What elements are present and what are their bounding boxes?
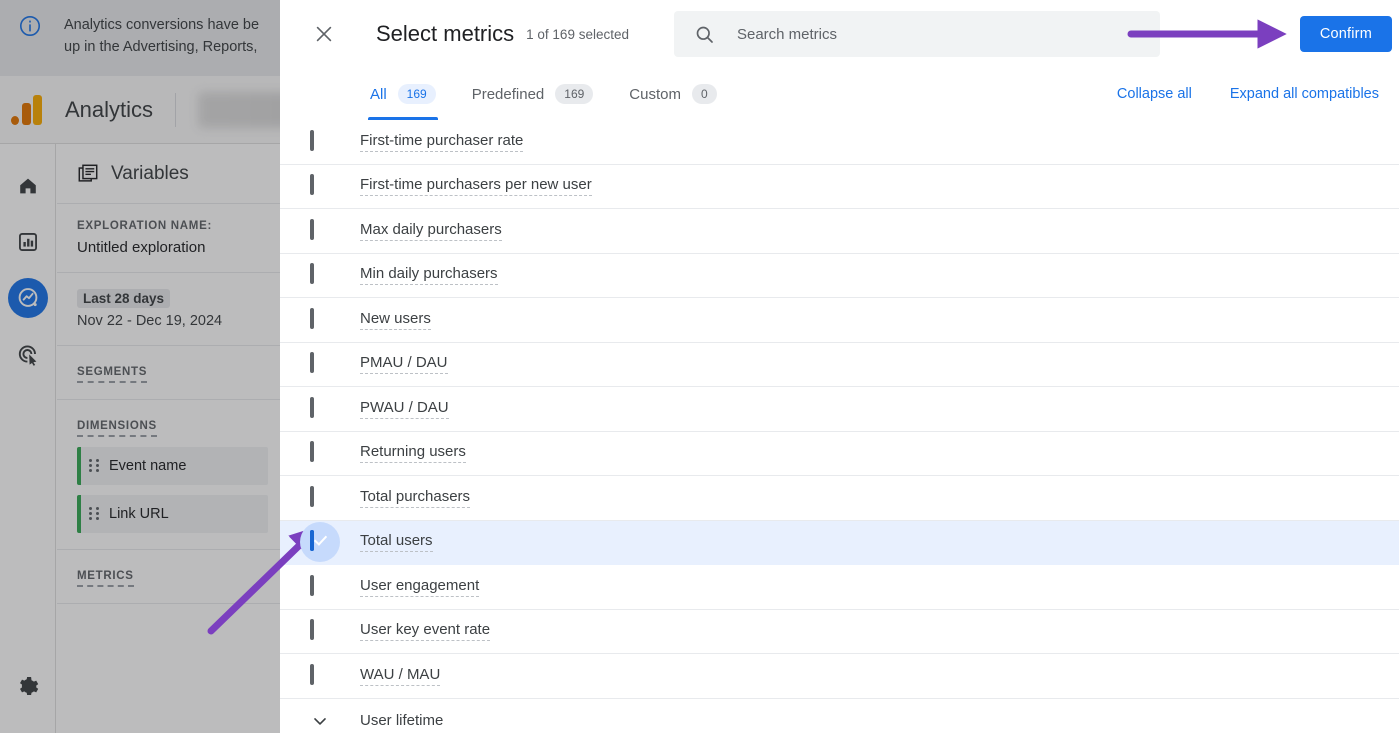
metric-label: User key event rate — [360, 621, 491, 642]
checkbox-unchecked-icon — [310, 129, 314, 151]
metric-row[interactable]: First-time purchasers per new user — [280, 165, 1399, 209]
checkbox-unchecked-icon — [310, 619, 314, 641]
metric-row[interactable]: WAU / MAU — [280, 654, 1399, 699]
metric-row[interactable]: User key event rate — [280, 610, 1399, 654]
metric-checkbox[interactable] — [310, 619, 330, 641]
checkbox-unchecked-icon — [310, 174, 314, 196]
metric-row[interactable]: PMAU / DAU — [280, 343, 1399, 387]
metric-row[interactable]: New users — [280, 298, 1399, 343]
confirm-button[interactable]: Confirm — [1299, 16, 1392, 52]
checkbox-unchecked-icon — [310, 574, 314, 596]
tab-predefined[interactable]: Predefined 169 — [472, 68, 594, 120]
checkbox-unchecked-icon — [310, 441, 314, 463]
search-metrics-box[interactable] — [673, 11, 1160, 57]
checkbox-unchecked-icon — [310, 485, 314, 507]
metric-label: Returning users — [360, 443, 466, 464]
metric-row[interactable]: Total purchasers — [280, 476, 1399, 521]
metric-checkbox[interactable] — [310, 485, 330, 508]
metric-checkbox[interactable] — [310, 396, 330, 419]
tab-predefined-badge: 169 — [555, 84, 594, 104]
metric-checkbox[interactable] — [310, 129, 330, 152]
metric-list[interactable]: First-time purchaser rate First-time purc… — [280, 120, 1399, 733]
metric-checkbox[interactable] — [310, 307, 330, 330]
select-metrics-dialog: Select metrics 1 of 169 selected Confirm… — [280, 0, 1399, 733]
metric-checkbox[interactable] — [310, 174, 330, 196]
metric-label: Total purchasers — [360, 488, 471, 508]
screen: Analytics conversions have be up in the … — [0, 0, 1399, 733]
checkbox-unchecked-icon — [310, 263, 314, 285]
metric-group-label: User lifetime — [360, 712, 444, 730]
checkbox-checked-icon — [310, 530, 314, 552]
tab-custom-label: Custom — [629, 85, 681, 103]
close-dialog-button[interactable] — [300, 10, 348, 58]
metric-label: First-time purchasers per new user — [360, 176, 592, 197]
metric-label: PMAU / DAU — [360, 354, 448, 375]
metric-checkbox[interactable] — [310, 218, 330, 241]
selection-count: 1 of 169 selected — [526, 26, 629, 42]
dialog-header: Select metrics 1 of 169 selected Confirm — [280, 0, 1399, 68]
tab-all[interactable]: All 169 — [368, 68, 438, 120]
metric-label: First-time purchaser rate — [360, 132, 524, 152]
metric-row[interactable]: Min daily purchasers — [280, 254, 1399, 298]
metric-checkbox[interactable] — [310, 352, 330, 374]
metric-checkbox[interactable] — [310, 574, 330, 597]
checkbox-unchecked-icon — [310, 218, 314, 240]
metric-label: WAU / MAU — [360, 666, 441, 686]
metric-label: Max daily purchasers — [360, 221, 502, 241]
metric-type-tabs: All 169 Predefined 169 Custom 0 — [368, 68, 717, 120]
close-icon — [316, 26, 332, 42]
metric-group-user-lifetime[interactable]: User lifetime — [280, 699, 1399, 733]
tab-all-badge: 169 — [397, 84, 436, 104]
metric-row[interactable]: First-time purchaser rate — [280, 120, 1399, 165]
metric-label: PWAU / DAU — [360, 399, 449, 419]
metric-row[interactable]: User engagement — [280, 565, 1399, 610]
search-input[interactable] — [736, 25, 1127, 43]
metric-checkbox[interactable] — [310, 441, 330, 463]
metric-label: User engagement — [360, 577, 480, 597]
metric-row[interactable]: Returning users — [280, 432, 1399, 476]
metric-label: Total users — [360, 532, 433, 553]
checkbox-unchecked-icon — [310, 396, 314, 418]
dialog-tabs-row: All 169 Predefined 169 Custom 0 Collapse… — [280, 68, 1399, 120]
collapse-all-link[interactable]: Collapse all — [1117, 86, 1192, 102]
tab-custom[interactable]: Custom 0 — [629, 68, 717, 120]
metric-label: Min daily purchasers — [360, 265, 498, 286]
checkbox-unchecked-icon — [310, 663, 314, 685]
metric-checkbox[interactable] — [310, 663, 330, 686]
search-icon — [696, 26, 713, 43]
dialog-header-links: Collapse all Expand all compatibles — [1117, 86, 1379, 102]
checkbox-unchecked-icon — [310, 307, 314, 329]
dialog-title: Select metrics — [376, 21, 515, 46]
tab-all-label: All — [370, 85, 387, 103]
metric-row[interactable]: Max daily purchasers — [280, 209, 1399, 254]
metric-row[interactable]: Total users — [280, 520, 1399, 565]
metric-row[interactable]: PWAU / DAU — [280, 387, 1399, 432]
expand-all-compatibles-link[interactable]: Expand all compatibles — [1230, 86, 1379, 102]
metric-checkbox[interactable] — [310, 263, 330, 285]
metric-checkbox[interactable] — [300, 522, 340, 563]
metric-label: New users — [360, 310, 431, 330]
tab-custom-badge: 0 — [691, 84, 717, 104]
tab-predefined-label: Predefined — [471, 85, 545, 103]
checkbox-unchecked-icon — [310, 352, 314, 374]
chevron-down-icon — [314, 717, 326, 725]
